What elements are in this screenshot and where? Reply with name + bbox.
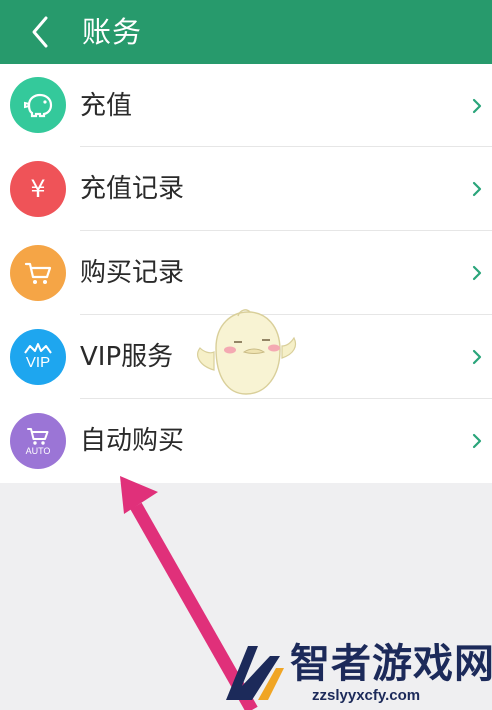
menu-item-label: 购买记录 bbox=[80, 258, 185, 288]
watermark-title: 智者游戏网 bbox=[290, 641, 492, 687]
menu-item-recharge-history[interactable]: ¥ 充值记录 bbox=[0, 147, 492, 231]
menu-item-recharge[interactable]: 充值 bbox=[0, 64, 492, 147]
chevron-right-icon bbox=[472, 349, 482, 365]
auto-cart-icon: AUTO bbox=[10, 413, 66, 469]
mascot-sticker bbox=[197, 309, 297, 395]
menu-item-auto-purchase[interactable]: AUTO 自动购买 bbox=[0, 399, 492, 483]
chevron-left-icon bbox=[32, 16, 48, 48]
zhizhe-logo-icon bbox=[226, 646, 284, 700]
chevron-right-icon bbox=[472, 181, 482, 197]
vip-crown-icon: VIP bbox=[10, 329, 66, 385]
menu-item-purchase-history[interactable]: 购买记录 bbox=[0, 231, 492, 315]
menu-item-label: VIP服务 bbox=[80, 342, 174, 372]
watermark-url: zzslyyxcfy.com bbox=[312, 687, 421, 704]
piggy-bank-icon bbox=[10, 77, 66, 133]
yen-icon: ¥ bbox=[10, 161, 66, 217]
app-header: 账务 bbox=[0, 0, 492, 64]
menu-item-label: 自动购买 bbox=[80, 426, 185, 456]
chevron-right-icon bbox=[472, 433, 482, 449]
chevron-right-icon bbox=[472, 98, 482, 114]
back-button[interactable] bbox=[22, 8, 62, 56]
cart-icon bbox=[10, 245, 66, 301]
menu-item-label: 充值记录 bbox=[80, 174, 185, 204]
page-title: 账务 bbox=[82, 15, 143, 49]
chevron-right-icon bbox=[472, 265, 482, 281]
menu-item-label: 充值 bbox=[80, 91, 133, 121]
account-menu: 充值 ¥ 充值记录 购买记录 VIP VIP服务 AUTO 自动购买 bbox=[0, 64, 492, 483]
